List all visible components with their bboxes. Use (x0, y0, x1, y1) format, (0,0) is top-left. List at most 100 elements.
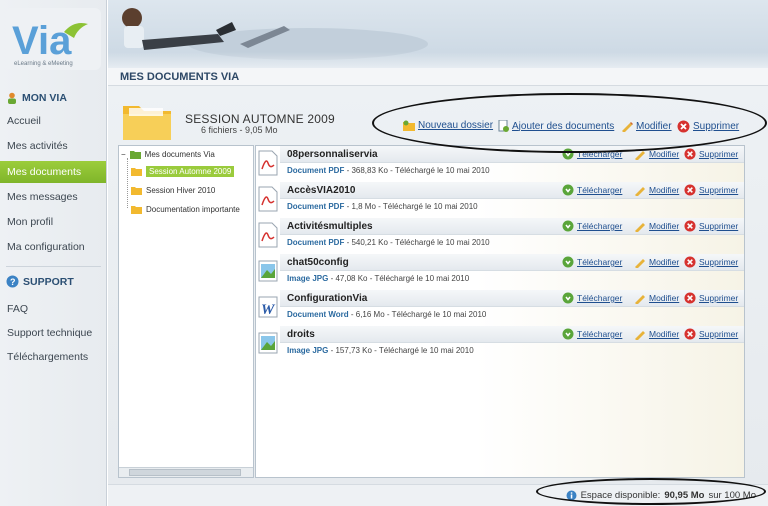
download-button[interactable]: Télécharger (562, 184, 622, 196)
delete-button[interactable]: Supprimer (684, 148, 738, 160)
file-description: Document PDF - 540,21 Ko - Téléchargé le… (287, 238, 490, 247)
sidebar-item-telechargements[interactable]: Téléchargements (0, 346, 106, 368)
sidebar-item-messages[interactable]: Mes messages (0, 186, 106, 208)
via-logo[interactable]: Via eLearning & eMeeting (6, 8, 101, 70)
download-icon (562, 220, 574, 232)
file-row[interactable]: droits Image JPG - 157,73 Ko - Télécharg… (256, 326, 744, 362)
file-name[interactable]: droits (287, 329, 315, 340)
file-description: Image JPG - 157,73 Ko - Téléchargé le 10… (287, 346, 474, 355)
add-documents-label: Ajouter des documents (512, 120, 615, 132)
pencil-icon (635, 295, 645, 304)
scrollbar-thumb[interactable] (129, 469, 241, 476)
delete-button[interactable]: Supprimer (684, 292, 738, 304)
add-documents-button[interactable]: Ajouter des documents (497, 120, 614, 132)
sidebar-item-documents[interactable]: Mes documents (0, 161, 106, 183)
file-type: Image JPG (287, 274, 329, 283)
delete-label: Supprimer (699, 293, 739, 303)
edit-button[interactable]: Modifier (634, 328, 679, 340)
delete-button[interactable]: Supprimer (684, 220, 738, 232)
file-row[interactable]: W ConfigurationVia Document Word - 6,16 … (256, 290, 744, 326)
file-name[interactable]: 08personnaliservia (287, 149, 378, 160)
file-description: Document Word - 6,16 Mo - Téléchargé le … (287, 310, 486, 319)
sidebar-item-activites[interactable]: Mes activités (0, 135, 106, 157)
svg-text:Via: Via (12, 19, 72, 63)
download-label: Télécharger (577, 329, 623, 339)
edit-button[interactable]: Modifier (634, 220, 679, 232)
sidebar-item-support-technique[interactable]: Support technique (0, 322, 106, 344)
file-row[interactable]: 08personnaliservia Document PDF - 368,83… (256, 146, 744, 182)
download-button[interactable]: Télécharger (562, 256, 622, 268)
file-name[interactable]: Activitésmultiples (287, 221, 373, 232)
tree-folder-label: Documentation importante (146, 204, 240, 214)
section-title: MON VIA (22, 92, 67, 104)
edit-label: Modifier (649, 293, 680, 303)
edit-label: Modifier (649, 221, 680, 231)
folder-tree: − Mes documents Via Session Automne 2009… (118, 145, 254, 478)
sidebar-item-accueil[interactable]: Accueil (0, 110, 106, 132)
edit-button[interactable]: Modifier (634, 256, 679, 268)
file-name[interactable]: ConfigurationVia (287, 293, 367, 304)
tree-folder-hiver[interactable]: Session Hiver 2010 (131, 182, 215, 198)
svg-text:W: W (261, 302, 276, 318)
new-folder-icon (403, 120, 415, 131)
file-detail: - 6,16 Mo - Téléchargé le 10 mai 2010 (348, 310, 487, 319)
add-document-icon (498, 120, 509, 132)
pencil-icon (635, 187, 645, 196)
sidebar-item-configuration[interactable]: Ma configuration (0, 236, 106, 258)
file-detail: - 47,08 Ko - Téléchargé le 10 mai 2010 (328, 274, 470, 283)
tree-folder-documentation[interactable]: Documentation importante (131, 201, 240, 217)
folder-icon (131, 167, 142, 176)
storage-total: sur 100 Mo (708, 490, 756, 501)
edit-label: Modifier (636, 120, 672, 132)
download-label: Télécharger (577, 293, 623, 303)
tree-root[interactable]: − Mes documents Via (121, 146, 215, 162)
file-type: Document Word (287, 310, 349, 319)
delete-label: Supprimer (699, 257, 739, 267)
download-button[interactable]: Télécharger (562, 328, 622, 340)
delete-label: Supprimer (699, 149, 739, 159)
divider (6, 266, 101, 267)
pencil-icon (622, 122, 633, 132)
download-label: Télécharger (577, 221, 623, 231)
download-label: Télécharger (577, 257, 623, 267)
file-description: Document PDF - 368,83 Ko - Téléchargé le… (287, 166, 490, 175)
download-icon (562, 292, 574, 304)
pencil-icon (635, 151, 645, 160)
file-type: Image JPG (287, 346, 329, 355)
delete-button[interactable]: Supprimer (684, 328, 738, 340)
delete-session-button[interactable]: Supprimer (677, 120, 739, 133)
delete-button[interactable]: Supprimer (684, 184, 738, 196)
pdf-icon (258, 222, 278, 248)
svg-text:?: ? (10, 277, 16, 287)
horizontal-scrollbar[interactable] (119, 467, 253, 477)
new-folder-button[interactable]: Nouveau dossier (403, 120, 493, 131)
collapse-icon[interactable]: − (121, 150, 126, 159)
file-row[interactable]: Activitésmultiples Document PDF - 540,21… (256, 218, 744, 254)
file-name[interactable]: AccèsVIA2010 (287, 185, 355, 196)
file-row[interactable]: chat50config Image JPG - 47,08 Ko - Télé… (256, 254, 744, 290)
tree-folder-automne[interactable]: Session Automne 2009 (131, 163, 235, 179)
delete-button[interactable]: Supprimer (684, 256, 738, 268)
header-banner (108, 0, 768, 68)
download-button[interactable]: Télécharger (562, 292, 622, 304)
sidebar-item-faq[interactable]: FAQ (0, 298, 106, 320)
new-folder-label: Nouveau dossier (418, 120, 494, 131)
sidebar-item-profil[interactable]: Mon profil (0, 211, 106, 233)
edit-session-button[interactable]: Modifier (621, 120, 672, 132)
file-type: Document PDF (287, 202, 345, 211)
pdf-icon (258, 186, 278, 212)
footer-bar: Espace disponible: 90,95 Mo sur 100 Mo (108, 484, 768, 506)
section-support: ? SUPPORT (6, 275, 74, 288)
delete-icon (684, 328, 696, 340)
download-button[interactable]: Télécharger (562, 220, 622, 232)
tree-folder-label: Session Automne 2009 (146, 165, 235, 177)
edit-button[interactable]: Modifier (634, 184, 679, 196)
download-label: Télécharger (577, 149, 623, 159)
file-row[interactable]: AccèsVIA2010 Document PDF - 1,8 Mo - Tél… (256, 182, 744, 218)
file-type: Document PDF (287, 238, 345, 247)
edit-button[interactable]: Modifier (634, 148, 679, 160)
download-button[interactable]: Télécharger (562, 148, 622, 160)
edit-button[interactable]: Modifier (634, 292, 679, 304)
delete-icon (677, 120, 690, 133)
file-name[interactable]: chat50config (287, 257, 349, 268)
